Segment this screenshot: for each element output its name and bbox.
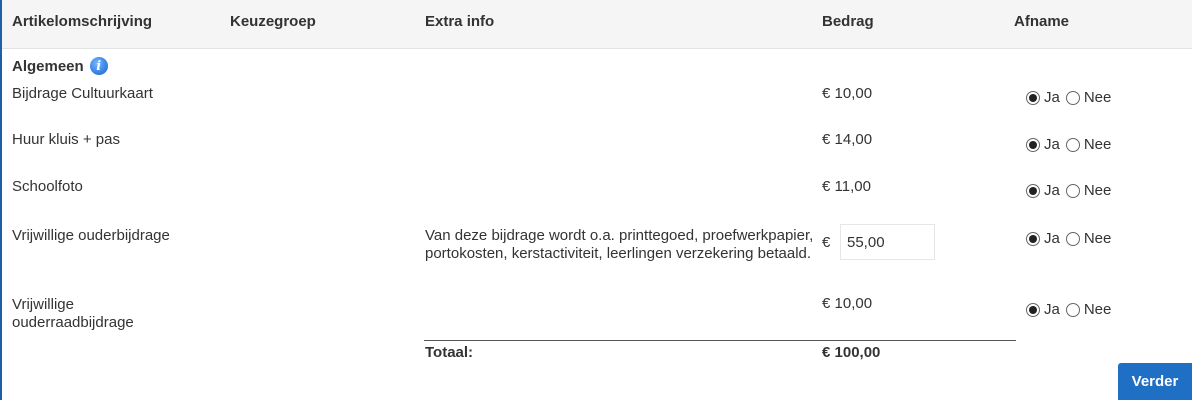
radio-nee-label[interactable]: Nee xyxy=(1084,136,1112,153)
radio-nee[interactable] xyxy=(1065,231,1080,246)
radio-nee[interactable] xyxy=(1065,137,1080,152)
section-title: Algemeen xyxy=(12,57,84,75)
radio-ja-label[interactable]: Ja xyxy=(1044,301,1060,318)
row-currency-ouderbijdrage: € xyxy=(822,234,831,251)
radio-ja[interactable] xyxy=(1026,231,1040,246)
row-amount-schoolfoto: € 11,00 xyxy=(822,178,871,195)
row-desc-kluis: Huur kluis + pas xyxy=(12,131,120,148)
ouderbijdrage-amount-input[interactable] xyxy=(840,224,935,260)
header-afname: Afname xyxy=(1014,13,1070,30)
total-label: Totaal: xyxy=(425,344,474,361)
row-amount-kluis: € 14,00 xyxy=(822,131,873,148)
radio-nee-label[interactable]: Nee xyxy=(1084,301,1112,318)
afname-radio-cultuurkaart: Ja Nee xyxy=(1026,89,1111,106)
radio-nee[interactable] xyxy=(1065,302,1080,317)
left-border xyxy=(0,0,2,400)
total-divider xyxy=(424,340,1016,341)
row-amount-cultuurkaart: € 10,00 xyxy=(822,85,873,102)
afname-radio-ouderbijdrage: Ja Nee xyxy=(1026,230,1111,247)
row-amount-ouderraad: € 10,00 xyxy=(822,295,873,312)
radio-nee-label[interactable]: Nee xyxy=(1084,230,1112,247)
header-artikelomschrijving: Artikelomschrijving xyxy=(12,13,153,30)
radio-ja-label[interactable]: Ja xyxy=(1044,230,1060,247)
radio-nee[interactable] xyxy=(1065,90,1080,105)
radio-nee-label[interactable]: Nee xyxy=(1084,89,1112,106)
radio-ja-label[interactable]: Ja xyxy=(1044,89,1060,106)
row-desc-schoolfoto: Schoolfoto xyxy=(12,178,83,195)
radio-ja[interactable] xyxy=(1026,90,1040,105)
radio-ja-label[interactable]: Ja xyxy=(1044,136,1060,153)
header-bedrag: Bedrag xyxy=(822,13,874,30)
row-desc-ouderraad-line1: Vrijwillige xyxy=(12,296,74,313)
info-icon[interactable]: i xyxy=(89,57,108,75)
radio-nee-label[interactable]: Nee xyxy=(1084,182,1112,199)
afname-radio-ouderraad: Ja Nee xyxy=(1026,301,1111,318)
table-header: Artikelomschrijving Keuzegroep Extra inf… xyxy=(2,0,1192,49)
row-desc-ouderraad-line2: ouderraadbijdrage xyxy=(12,314,134,331)
row-desc-ouderbijdrage: Vrijwillige ouderbijdrage xyxy=(12,227,170,244)
row-extra-info: Van deze bijdrage wordt o.a. printtegoed… xyxy=(425,227,814,262)
verder-button[interactable]: Verder xyxy=(1118,363,1192,400)
section-algemeen: Algemeen i xyxy=(12,57,108,75)
afname-radio-schoolfoto: Ja Nee xyxy=(1026,182,1111,199)
radio-ja[interactable] xyxy=(1026,183,1040,198)
radio-ja[interactable] xyxy=(1026,302,1040,317)
row-desc-ouderraad: Vrijwillige ouderraadbijdrage xyxy=(12,296,134,332)
radio-nee[interactable] xyxy=(1065,183,1080,198)
row-desc-cultuurkaart: Bijdrage Cultuurkaart xyxy=(12,85,153,102)
header-keuzegroep: Keuzegroep xyxy=(230,13,316,30)
radio-ja[interactable] xyxy=(1026,137,1040,152)
header-extra-info: Extra info xyxy=(425,13,495,30)
total-amount: € 100,00 xyxy=(822,344,881,361)
radio-ja-label[interactable]: Ja xyxy=(1044,182,1060,199)
afname-radio-kluis: Ja Nee xyxy=(1026,136,1111,153)
